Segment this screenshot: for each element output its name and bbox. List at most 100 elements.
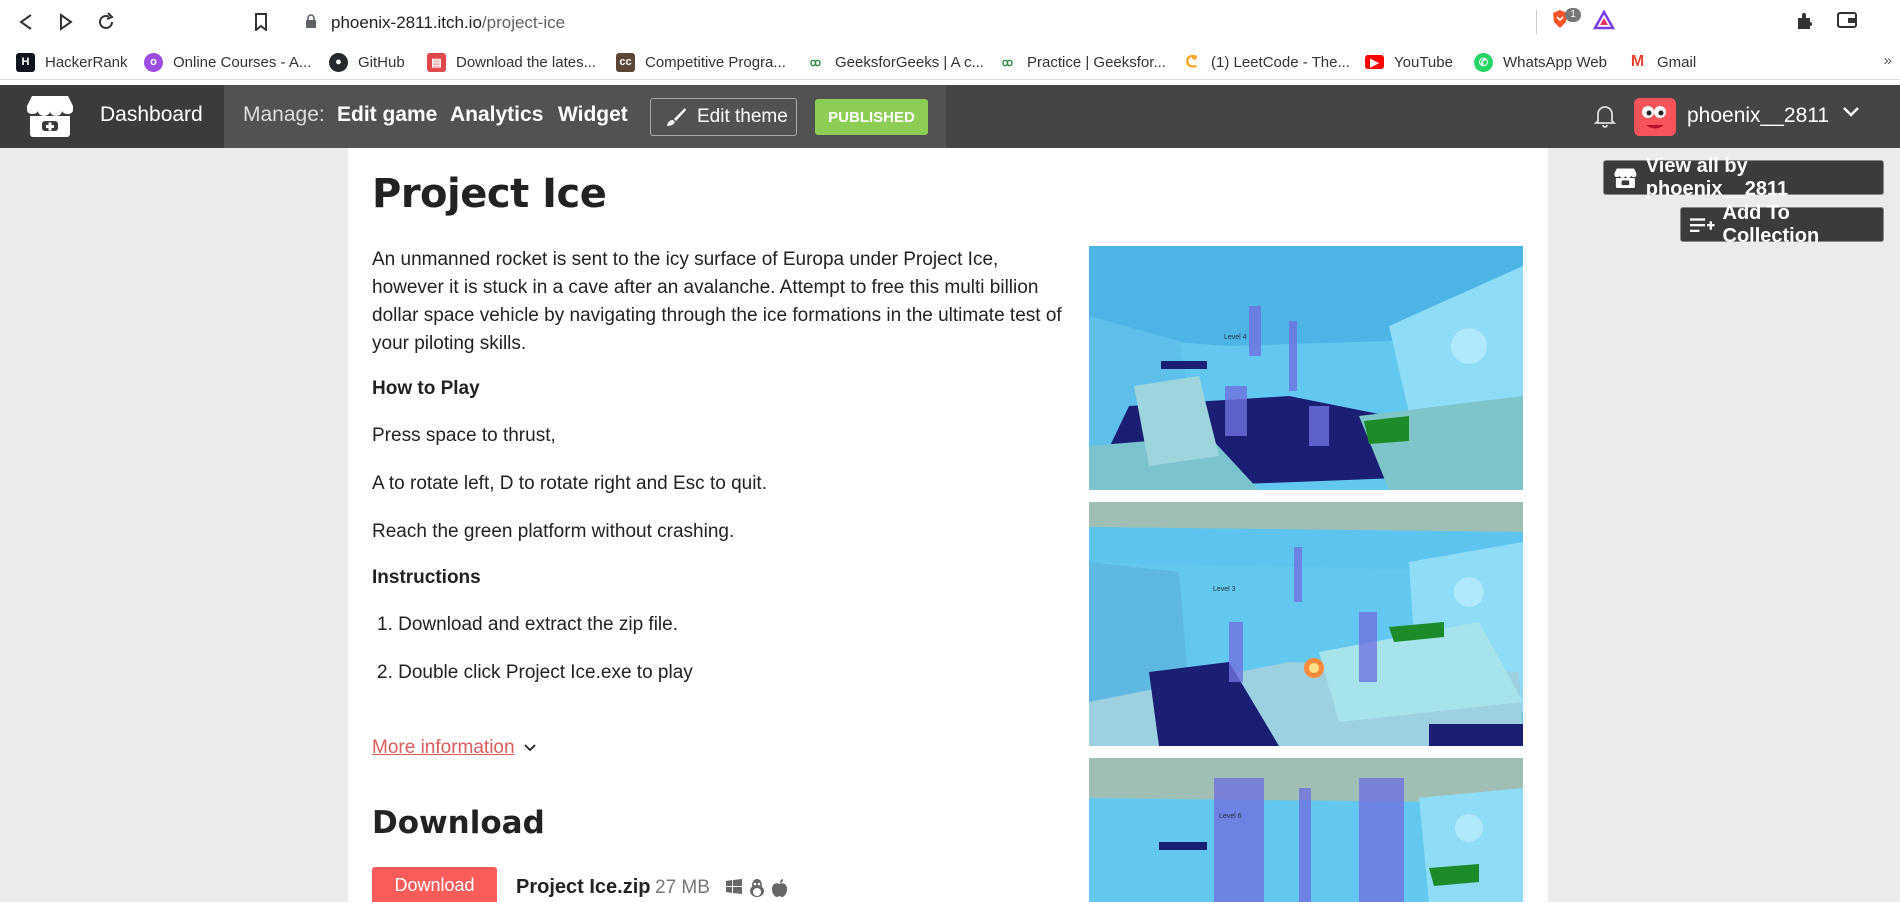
back-icon — [19, 14, 32, 30]
forward-icon — [60, 13, 73, 31]
bookmark-competitive[interactable]: cc Competitive Progra... — [616, 51, 786, 73]
browser-toolbar: phoenix-2811.itch.io/project-ice 1 — [0, 0, 1900, 43]
game-page: Project Ice An unmanned rocket is sent t… — [348, 148, 1548, 902]
how-line: Press space to thrust, — [372, 425, 556, 446]
lock-icon[interactable] — [305, 14, 317, 29]
brave-rewards-icon[interactable] — [1593, 10, 1615, 30]
screenshot-level-6[interactable]: Level 6 — [1089, 758, 1523, 902]
add-to-collection-button[interactable]: Add To Collection — [1680, 202, 1884, 247]
bookmark-label: HackerRank — [45, 53, 128, 71]
github-icon: ● — [329, 52, 348, 72]
edit-theme-label: Edit theme — [697, 106, 788, 127]
bookmark-label: Practice | Geeksfor... — [1027, 53, 1166, 71]
view-all-by-button[interactable]: View all by phoenix__2811 — [1603, 155, 1884, 200]
url-text[interactable]: phoenix-2811.itch.io/project-ice — [331, 13, 565, 33]
published-badge[interactable]: PUBLISHED — [815, 99, 928, 135]
widget-link[interactable]: Widget — [558, 103, 628, 127]
edit-game-link[interactable]: Edit game — [337, 103, 437, 127]
codechef-icon: cc — [616, 52, 635, 72]
gfg-icon: ꝏ — [809, 56, 822, 69]
hackerrank-icon: H — [16, 52, 35, 72]
reload-button[interactable] — [90, 9, 122, 35]
apple-icon — [772, 879, 787, 897]
reload-icon — [99, 12, 114, 29]
bookmark-youtube[interactable]: ▶ YouTube — [1365, 51, 1453, 73]
windows-icon — [726, 879, 742, 894]
screenshot-label: Level 3 — [1213, 586, 1236, 593]
download-button[interactable]: Download — [372, 867, 497, 902]
how-line: Reach the green platform without crashin… — [372, 521, 735, 542]
bookmark-button[interactable] — [245, 9, 277, 35]
bookmark-label: GeeksforGeeks | A c... — [835, 53, 984, 71]
how-to-play-heading: How to Play — [372, 378, 480, 399]
bookmark-label: WhatsApp Web — [1503, 53, 1607, 71]
gmail-icon: M — [1630, 53, 1645, 70]
bookmark-label: Online Courses - A... — [173, 53, 312, 71]
download-icon: ▤ — [427, 52, 446, 72]
chevron-down-icon — [523, 744, 536, 752]
instruction-item: 1. Download and extract the zip file. — [377, 614, 679, 635]
leetcode-icon: ᕦ — [1185, 54, 1198, 71]
back-button[interactable] — [10, 9, 42, 35]
download-heading: Download — [372, 805, 545, 841]
bookmark-github[interactable]: ● GitHub — [329, 51, 405, 73]
how-line: A to rotate left, D to rotate right and … — [372, 473, 767, 494]
avatar[interactable] — [1634, 98, 1676, 136]
screenshot-level-4[interactable]: Level 4 — [1089, 246, 1523, 490]
address-bar[interactable]: phoenix-2811.itch.io/project-ice — [289, 5, 1626, 38]
bookmark-gmail[interactable]: M Gmail — [1628, 51, 1696, 73]
file-name: Project Ice.zip — [516, 876, 651, 898]
brave-badge: 1 — [1565, 8, 1581, 22]
instruction-item: 2. Double click Project Ice.exe to play — [377, 662, 693, 683]
bookmark-online-courses[interactable]: o Online Courses - A... — [144, 51, 311, 73]
bookmark-label: YouTube — [1394, 53, 1453, 71]
bookmark-label: GitHub — [358, 53, 405, 71]
username[interactable]: phoenix__2811 — [1687, 104, 1829, 128]
bookmark-gfg[interactable]: ꝏ GeeksforGeeks | A c... — [806, 51, 984, 73]
bookmark-download[interactable]: ▤ Download the lates... — [427, 51, 596, 73]
itch-header: Dashboard Manage: Edit game Analytics Wi… — [0, 85, 1900, 148]
avatar-image — [1634, 98, 1676, 136]
game-screenshot — [1089, 502, 1523, 746]
online-courses-icon: o — [144, 52, 163, 72]
bookmark-label: Download the lates... — [456, 53, 597, 71]
bookmark-leetcode[interactable]: ᕦ (1) LeetCode - The... — [1182, 51, 1350, 73]
whatsapp-icon: ✆ — [1474, 52, 1493, 72]
itch-logo-icon[interactable] — [26, 94, 74, 138]
linux-icon — [750, 879, 764, 897]
playlist-add-icon — [1689, 217, 1715, 232]
gfg-icon: ꝏ — [1001, 56, 1014, 69]
analytics-link[interactable]: Analytics — [450, 103, 543, 127]
bookmark-gfg-practice[interactable]: ꝏ Practice | Geeksfor... — [998, 51, 1166, 73]
bookmark-label: Gmail — [1657, 53, 1697, 71]
add-to-collection-label: Add To Collection — [1722, 201, 1820, 247]
bookmark-icon — [255, 13, 267, 31]
youtube-icon: ▶ — [1365, 55, 1384, 69]
bookmark-whatsapp[interactable]: ✆ WhatsApp Web — [1474, 51, 1607, 73]
forward-button[interactable] — [50, 9, 82, 35]
game-screenshot — [1089, 246, 1523, 490]
notifications-bell-icon[interactable] — [1594, 104, 1616, 128]
game-screenshot — [1089, 758, 1523, 902]
view-all-label: View all by phoenix__2811 — [1645, 154, 1789, 200]
screenshot-label: Level 6 — [1219, 813, 1242, 820]
chevron-down-icon[interactable] — [1842, 106, 1860, 118]
brush-icon — [667, 108, 686, 126]
wallet-icon[interactable] — [1836, 11, 1858, 29]
manage-label: Manage: — [243, 103, 325, 126]
bookmarks-overflow-icon[interactable]: » — [1884, 52, 1892, 69]
more-information-label: More information — [372, 737, 515, 758]
bookmark-label: Competitive Progra... — [645, 53, 786, 71]
dashboard-link[interactable]: Dashboard — [100, 103, 203, 127]
itch-logo-icon — [1614, 168, 1637, 188]
more-information-link[interactable]: More information — [372, 737, 537, 759]
file-size: 27 MB — [655, 877, 710, 898]
bookmarks-bar: H HackerRank o Online Courses - A... ● GitH… — [0, 43, 1900, 80]
screenshot-label: Level 4 — [1224, 334, 1247, 341]
game-description: An unmanned rocket is sent to the icy su… — [372, 249, 1062, 354]
edit-theme-button[interactable]: Edit theme — [650, 98, 797, 136]
screenshot-level-3[interactable]: Level 3 — [1089, 502, 1523, 746]
extensions-icon[interactable] — [1795, 11, 1815, 31]
bookmark-hackerrank[interactable]: H HackerRank — [16, 51, 128, 73]
instructions-heading: Instructions — [372, 567, 481, 588]
